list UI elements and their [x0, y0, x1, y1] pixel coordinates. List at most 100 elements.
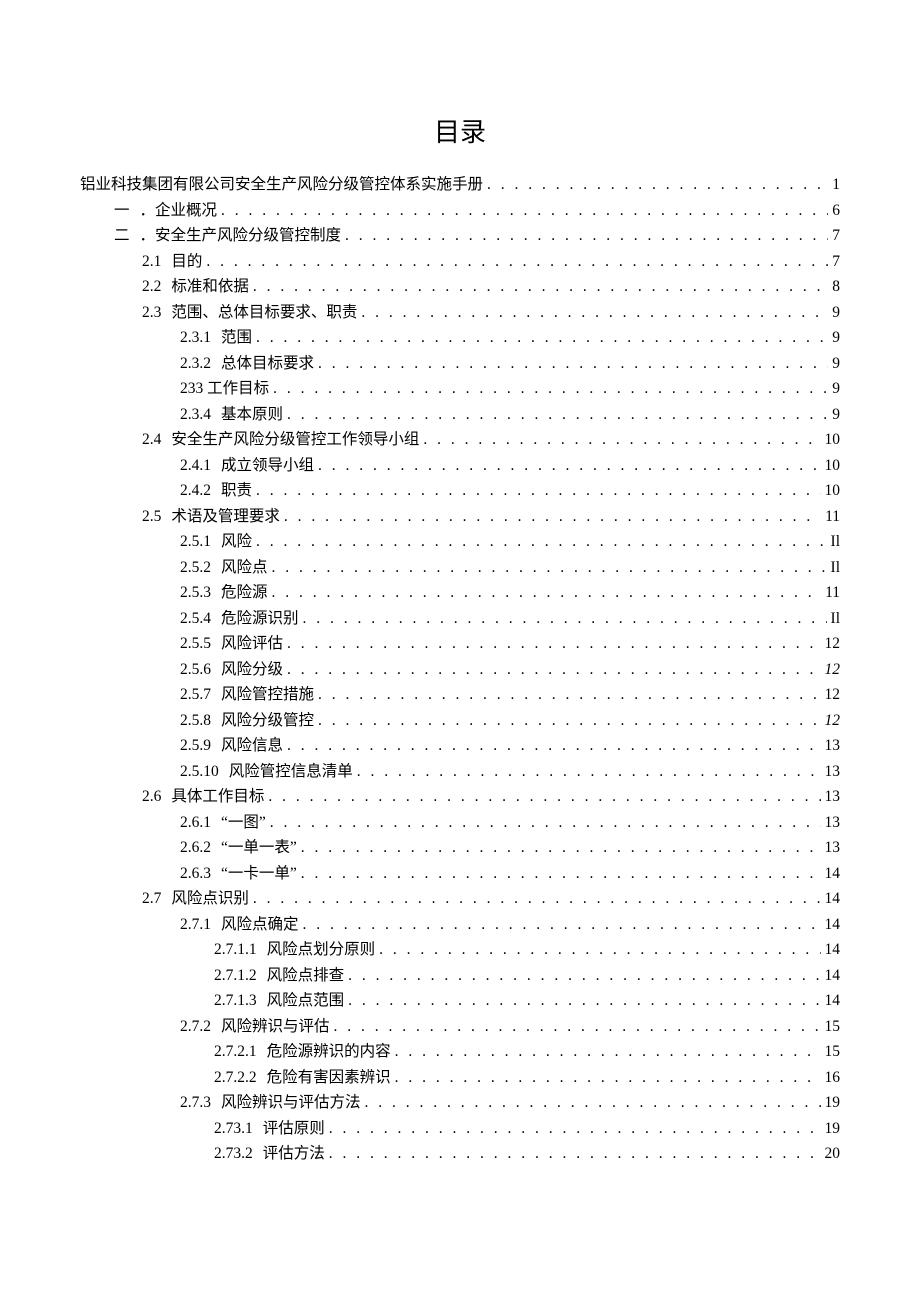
toc-entry-label: 危险源辨识的内容: [267, 1044, 391, 1060]
toc-title: 目录: [80, 120, 840, 146]
toc-entry-page: 8: [832, 279, 840, 295]
toc-entry-label: 风险点范围: [267, 993, 345, 1009]
toc-entry-number: 2.5.8: [180, 713, 211, 729]
toc-entry-page: Il: [831, 534, 840, 550]
toc-entry[interactable]: 2.7.1.2风险点排查14: [80, 963, 840, 989]
toc-entry-label: 风险管控措施: [221, 687, 314, 703]
toc-leader-dots: [379, 942, 820, 958]
toc-entry[interactable]: 2.5.8风险分级管控12: [80, 708, 840, 734]
toc-entry[interactable]: 2.5术语及管理要求11: [80, 504, 840, 530]
toc-entry[interactable]: 2.4.1成立领导小组10: [80, 453, 840, 479]
toc-leader-dots: [395, 1070, 821, 1086]
toc-entry-label: “一单一表”: [221, 840, 297, 856]
toc-leader-dots: [345, 228, 828, 244]
toc-entry[interactable]: 2.3.1范围9: [80, 325, 840, 351]
toc-entry[interactable]: 一．企业概况6: [80, 198, 840, 224]
toc-leader-dots: [253, 279, 828, 295]
toc-entry-label: 风险点识别: [171, 891, 249, 907]
toc-leader-dots: [365, 1095, 821, 1111]
toc-entry-label: 风险点排查: [267, 968, 345, 984]
toc-entry-label: 目的: [171, 254, 202, 270]
toc-entry-number: 2.7.3: [180, 1095, 211, 1111]
toc-entry[interactable]: 2.5.9风险信息13: [80, 733, 840, 759]
toc-entry[interactable]: 233 工作目标9: [80, 376, 840, 402]
toc-entry[interactable]: 2.7.3风险辨识与评估方法19: [80, 1090, 840, 1116]
toc-entry-label: 风险点: [221, 560, 268, 576]
toc-entry-label: ．企业概况: [140, 203, 218, 219]
toc-leader-dots: [253, 891, 821, 907]
toc-entry[interactable]: 2.5.5风险评估12: [80, 631, 840, 657]
toc-entry[interactable]: 2.5.2风险点Il: [80, 555, 840, 581]
toc-leader-dots: [329, 1121, 821, 1137]
toc-leader-dots: [487, 177, 828, 193]
toc-entry[interactable]: 二．安全生产风险分级管控制度7: [80, 223, 840, 249]
toc-entry[interactable]: 2.4安全生产风险分级管控工作领导小组10: [80, 427, 840, 453]
toc-entry-label: 风险分级: [221, 662, 283, 678]
toc-entry-page: 10: [825, 458, 841, 474]
toc-entry-number: 2.4: [142, 432, 161, 448]
toc-entry[interactable]: 2.6.1“一图”13: [80, 810, 840, 836]
toc-entry[interactable]: 2.7风险点识别14: [80, 886, 840, 912]
toc-entry[interactable]: 2.73.2评估方法20: [80, 1141, 840, 1167]
toc-entry-page: 10: [825, 483, 841, 499]
toc-entry-number: 2.7.1: [180, 917, 211, 933]
toc-leader-dots: [256, 330, 828, 346]
toc-entry[interactable]: 2.5.1风险Il: [80, 529, 840, 555]
toc-entry-page: 19: [825, 1121, 841, 1137]
toc-entry-number: 2.5.1: [180, 534, 211, 550]
toc-entry-number: 2.5.6: [180, 662, 211, 678]
toc-leader-dots: [303, 611, 827, 627]
toc-entry[interactable]: 2.5.3危险源11: [80, 580, 840, 606]
toc-leader-dots: [348, 968, 820, 984]
toc-entry[interactable]: 2.5.7风险管控措施12: [80, 682, 840, 708]
toc-entry[interactable]: 2.7.1风险点确定14: [80, 912, 840, 938]
toc-entry-page: 13: [825, 738, 841, 754]
toc-entry-number: 2.3.2: [180, 356, 211, 372]
toc-entry[interactable]: 2.7.2风险辨识与评估15: [80, 1014, 840, 1040]
toc-entry-page: 19: [825, 1095, 841, 1111]
toc-entry[interactable]: 2.3.2总体目标要求9: [80, 351, 840, 377]
toc-entry-number: 2.3.1: [180, 330, 211, 346]
toc-entry[interactable]: 2.5.4危险源识别Il: [80, 606, 840, 632]
toc-entry[interactable]: 2.7.1.3风险点范围14: [80, 988, 840, 1014]
toc-entry[interactable]: 2.6.2“一单一表”13: [80, 835, 840, 861]
toc-entry-number: 2.5.9: [180, 738, 211, 754]
toc-leader-dots: [273, 381, 828, 397]
toc-entry-page: 9: [832, 381, 840, 397]
toc-entry-number: 2.5.3: [180, 585, 211, 601]
toc-entry[interactable]: 2.7.2.2危险有害因素辨识16: [80, 1065, 840, 1091]
toc-entry[interactable]: 2.7.1.1风险点划分原则14: [80, 937, 840, 963]
toc-entry-page: 14: [825, 942, 841, 958]
toc-entry[interactable]: 2.5.6风险分级12: [80, 657, 840, 683]
toc-entry[interactable]: 2.6具体工作目标13: [80, 784, 840, 810]
toc-entry-number: 2.7.2: [180, 1019, 211, 1035]
toc-entry-page: 13: [825, 764, 841, 780]
toc-entry-number: 一: [114, 203, 130, 219]
toc-leader-dots: [221, 203, 828, 219]
toc-leader-dots: [287, 407, 828, 423]
toc-entry[interactable]: 2.1目的7: [80, 249, 840, 275]
toc-entry[interactable]: 2.73.1评估原则19: [80, 1116, 840, 1142]
toc-entry[interactable]: 2.6.3“一卡一单”14: [80, 861, 840, 887]
toc-entry-label: 基本原则: [221, 407, 283, 423]
toc-entry[interactable]: 2.2标准和依据8: [80, 274, 840, 300]
toc-leader-dots: [268, 789, 820, 805]
toc-entry[interactable]: 2.5.10风险管控信息清单13: [80, 759, 840, 785]
toc-entry[interactable]: 2.3范围、总体目标要求、职责9: [80, 300, 840, 326]
toc-entry[interactable]: 2.7.2.1危险源辨识的内容15: [80, 1039, 840, 1065]
toc-entry[interactable]: 2.4.2职责10: [80, 478, 840, 504]
toc-entry-label: 风险管控信息清单: [229, 764, 353, 780]
toc-entry-number: 2.7.1.1: [214, 942, 257, 958]
toc-entry-page: 9: [832, 305, 840, 321]
toc-entry-label: 风险辨识与评估: [221, 1019, 330, 1035]
toc-leader-dots: [272, 585, 822, 601]
toc-entry[interactable]: 铝业科技集团有限公司安全生产风险分级管控体系实施手册1: [80, 172, 840, 198]
toc-entry-label: ．安全生产风险分级管控制度: [140, 228, 342, 244]
toc-entry[interactable]: 2.3.4基本原则9: [80, 402, 840, 428]
toc-entry-number: 2.6.1: [180, 815, 211, 831]
toc-entry-number: 2.7.1.3: [214, 993, 257, 1009]
toc-entry-number: 2.3: [142, 305, 161, 321]
toc-leader-dots: [348, 993, 820, 1009]
toc-leader-dots: [256, 483, 820, 499]
toc-entry-label: 评估方法: [263, 1146, 325, 1162]
